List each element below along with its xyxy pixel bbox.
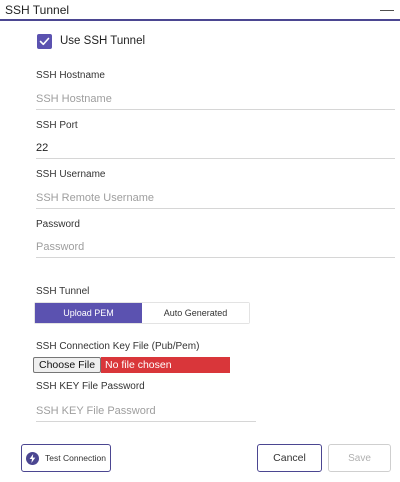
choose-file-button[interactable]: Choose File (33, 357, 102, 373)
upload-pem-button[interactable]: Upload PEM (35, 303, 142, 323)
use-ssh-tunnel-row[interactable]: Use SSH Tunnel (37, 33, 145, 49)
use-ssh-tunnel-checkbox[interactable] (37, 33, 52, 49)
ssh-hostname-input[interactable] (36, 88, 395, 110)
ssh-port-label: SSH Port (36, 120, 78, 131)
save-button[interactable]: Save (328, 444, 391, 472)
test-connection-label: Test Connection (45, 453, 106, 463)
key-password-input[interactable] (36, 400, 256, 422)
key-file-label: SSH Connection Key File (Pub/Pem) (36, 341, 200, 352)
ssh-tunnel-mode-label: SSH Tunnel (36, 286, 90, 297)
ssh-port-input[interactable] (36, 137, 395, 159)
test-connection-button[interactable]: Test Connection (21, 444, 111, 472)
ssh-username-input[interactable] (36, 187, 395, 209)
ssh-hostname-label: SSH Hostname (36, 70, 105, 81)
cancel-button[interactable]: Cancel (257, 444, 322, 472)
section-header: SSH Tunnel — (0, 0, 400, 21)
ssh-username-label: SSH Username (36, 169, 106, 180)
key-password-label: SSH KEY File Password (36, 381, 145, 392)
password-input[interactable] (36, 236, 395, 258)
ssh-tunnel-mode-toggle: Upload PEM Auto Generated (34, 302, 250, 324)
use-ssh-tunnel-label: Use SSH Tunnel (60, 35, 146, 47)
lightning-icon (26, 451, 40, 465)
auto-generated-button[interactable]: Auto Generated (142, 303, 249, 323)
file-status-text: No file chosen (101, 357, 231, 373)
password-label: Password (36, 219, 80, 230)
key-file-picker: Choose File No file chosen (33, 357, 231, 373)
check-icon (39, 37, 50, 45)
collapse-icon[interactable]: — (380, 1, 394, 17)
section-title: SSH Tunnel (5, 3, 70, 17)
